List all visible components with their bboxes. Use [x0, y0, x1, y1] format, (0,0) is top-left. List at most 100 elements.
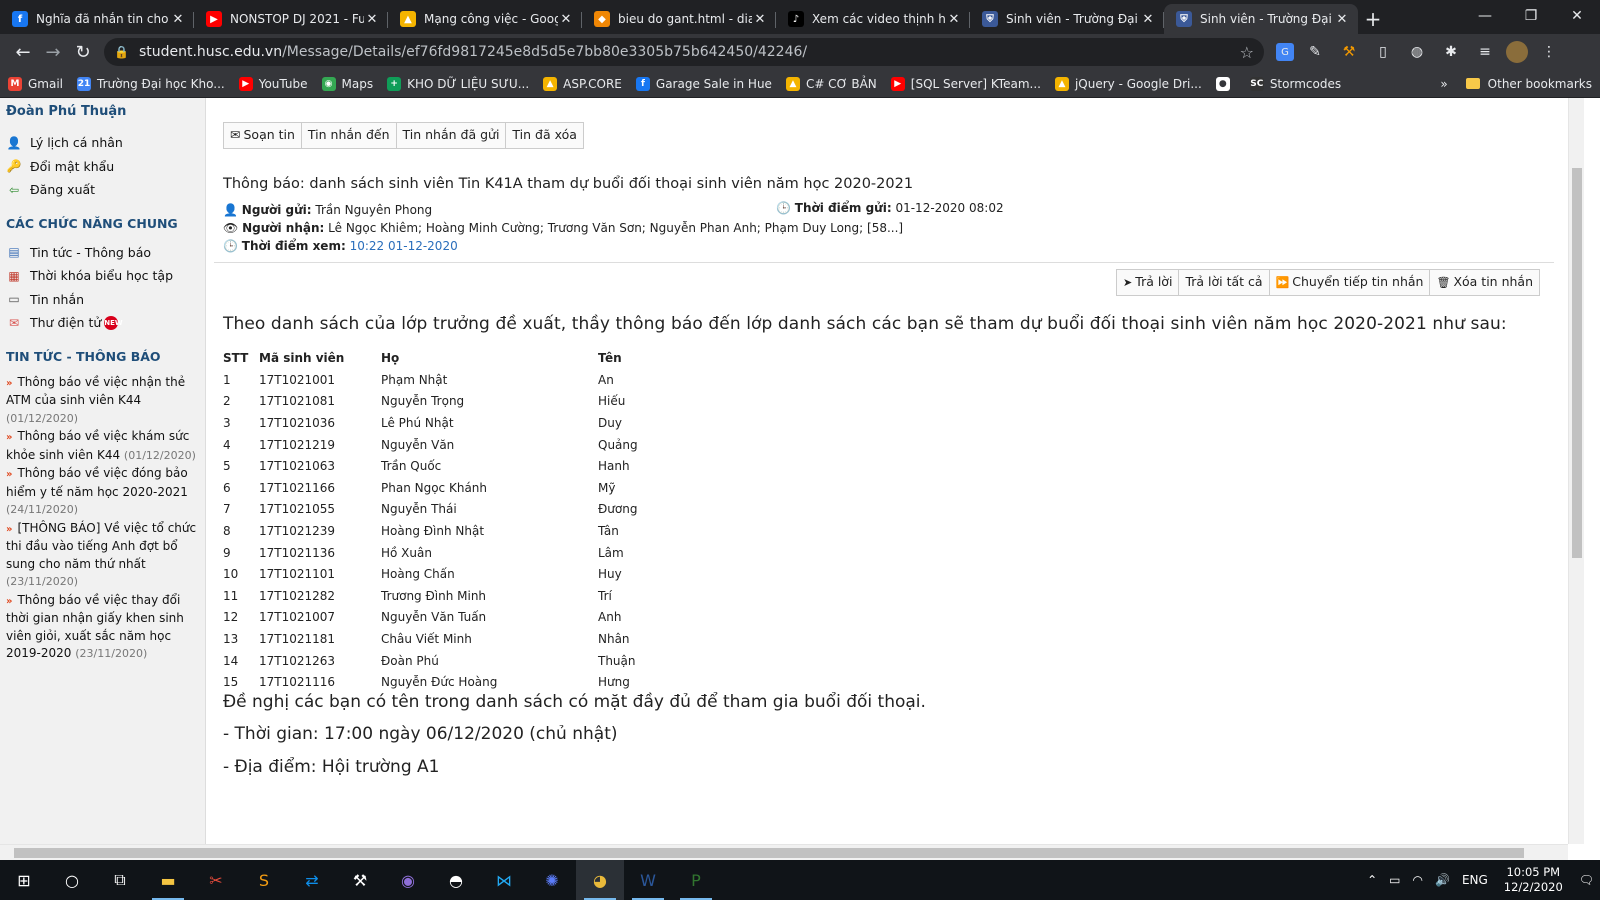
bookmark-item[interactable]: ◉ Maps: [321, 76, 373, 91]
husc-shield-icon: ⛨: [1176, 11, 1192, 27]
sidebar-item[interactable]: ▭ Tin nhắn: [6, 288, 205, 312]
close-window-icon[interactable]: ✕: [1554, 0, 1600, 32]
scroll-thumb[interactable]: [14, 848, 1524, 858]
message-action-button[interactable]: 🗑 Xóa tin nhắn: [1430, 270, 1539, 295]
bookmark-item[interactable]: ▶ YouTube: [238, 76, 308, 91]
sidebar-item[interactable]: 🔑 Đổi mật khẩu: [6, 155, 205, 179]
news-text[interactable]: Thông báo về việc đóng bảo hiểm y tế năm…: [6, 466, 188, 499]
project-icon[interactable]: P: [672, 860, 720, 900]
sidebar-item[interactable]: ⇦ Đăng xuất: [6, 178, 205, 202]
reload-button[interactable]: ↻: [68, 37, 98, 67]
bookmark-item[interactable]: M Gmail: [8, 76, 63, 91]
task-view-icon[interactable]: ⧉: [96, 860, 144, 900]
browser-tab[interactable]: ⛨ Sinh viên - Trường Đại học✕: [1164, 4, 1358, 34]
language-indicator[interactable]: ENG: [1462, 873, 1488, 887]
snipping-icon[interactable]: ✂: [192, 860, 240, 900]
battery-icon[interactable]: ▭: [1389, 873, 1400, 887]
browser-tab[interactable]: f Nghĩa đã nhắn tin cho nhóm✕: [0, 4, 194, 34]
puzzle-icon[interactable]: ✱: [1438, 39, 1464, 65]
news-item[interactable]: » [THÔNG BÁO] Về việc tổ chức thi đầu vào…: [6, 520, 199, 591]
profile-avatar[interactable]: [1506, 41, 1528, 63]
news-text[interactable]: [THÔNG BÁO] Về việc tổ chức thi đầu vào …: [6, 521, 196, 571]
sidebar-item[interactable]: 👤 Lý lịch cá nhân: [6, 131, 205, 155]
close-tab-icon[interactable]: ✕: [752, 12, 768, 27]
tools-icon[interactable]: ⚒: [336, 860, 384, 900]
obs-icon[interactable]: ◉: [384, 860, 432, 900]
news-item[interactable]: » Thông báo về việc nhận thẻ ATM của sinh…: [6, 374, 199, 428]
search-icon[interactable]: ○: [48, 860, 96, 900]
bookmark-item[interactable]: SC Stormcodes: [1249, 76, 1341, 91]
hammer-icon[interactable]: ⚒: [1336, 39, 1362, 65]
message-tab[interactable]: Tin nhắn đến: [301, 123, 397, 148]
news-item[interactable]: » Thông báo về việc đóng bảo hiểm y tế nă…: [6, 465, 199, 519]
close-tab-icon[interactable]: ✕: [558, 12, 574, 27]
close-tab-icon[interactable]: ✕: [170, 12, 186, 27]
scroll-thumb[interactable]: [1572, 168, 1582, 558]
news-item[interactable]: » Thông báo về việc khám sức khỏe sinh vi…: [6, 428, 199, 464]
sublime-icon[interactable]: S: [240, 860, 288, 900]
browser-tab[interactable]: ♪ Xem các video thịnh hành✕: [776, 4, 970, 34]
bookmark-item[interactable]: + KHO DỮ LIỆU SƯU...: [387, 76, 529, 91]
close-tab-icon[interactable]: ✕: [1140, 12, 1156, 27]
message-action-button[interactable]: Trả lời tất cả: [1179, 270, 1270, 295]
bookmark-item[interactable]: ▲ jQuery - Google Dri...: [1054, 76, 1202, 91]
sidebar-item[interactable]: ▤ Tin tức - Thông báo: [6, 241, 205, 265]
network-icon[interactable]: ✺: [528, 860, 576, 900]
clock[interactable]: 10:05 PM 12/2/2020: [1504, 865, 1563, 895]
horizontal-scrollbar[interactable]: [0, 844, 1568, 860]
volume-icon[interactable]: 🔊: [1435, 873, 1450, 887]
minimize-icon[interactable]: —: [1462, 0, 1508, 32]
browser-tab[interactable]: ◆ bieu do gant.html - diagrams✕: [582, 4, 776, 34]
message-tab[interactable]: ✉ Soạn tin: [224, 123, 302, 148]
close-tab-icon[interactable]: ✕: [1334, 12, 1350, 27]
close-tab-icon[interactable]: ✕: [364, 12, 380, 27]
sidebar-item[interactable]: ✉ Thư điện tử NEW: [6, 311, 205, 335]
vertical-scrollbar[interactable]: [1568, 98, 1584, 844]
bookmark-star-icon[interactable]: ☆: [1240, 43, 1254, 62]
word-icon[interactable]: W: [624, 860, 672, 900]
start-icon[interactable]: ⊞: [0, 860, 48, 900]
message-tab[interactable]: Tin đã xóa: [506, 123, 583, 148]
bookmark-item[interactable]: ▲ ASP.CORE: [543, 76, 622, 91]
bookmark-item[interactable]: f Garage Sale in Hue: [635, 76, 772, 91]
incognito-off-icon[interactable]: ◍: [1404, 39, 1430, 65]
menu-kebab-icon[interactable]: ⋮: [1536, 39, 1562, 65]
notifications-icon[interactable]: 🗨: [1579, 873, 1594, 887]
color-picker-icon[interactable]: ✎: [1302, 39, 1328, 65]
sql-icon[interactable]: ◓: [432, 860, 480, 900]
maximize-icon[interactable]: ❐: [1508, 0, 1554, 32]
file-explorer-icon[interactable]: ▬: [144, 860, 192, 900]
wifi-icon[interactable]: ◠: [1413, 873, 1423, 887]
browser-tab[interactable]: ▶ NONSTOP DJ 2021 - Full ✕: [194, 4, 388, 34]
table-cell: Thuận: [598, 653, 636, 668]
new-tab-button[interactable]: +: [1358, 4, 1388, 34]
address-bar[interactable]: 🔒 student.husc.edu.vn/Message/Details/ef…: [104, 38, 1264, 66]
translate-icon[interactable]: G: [1276, 43, 1294, 61]
table-cell: Đương: [598, 502, 638, 517]
bookmark-item[interactable]: ▶ [SQL Server] KTeam...: [890, 76, 1041, 91]
back-button[interactable]: ←: [8, 37, 38, 67]
chevron-up-icon[interactable]: ⌃: [1367, 873, 1377, 887]
bookmark-item[interactable]: ●: [1215, 76, 1236, 91]
message-action-button[interactable]: ⏩ Chuyển tiếp tin nhắn: [1269, 270, 1431, 295]
bookmark-item[interactable]: 21 Trường Đại học Kho...: [77, 76, 225, 91]
phone-icon[interactable]: ▯: [1370, 39, 1396, 65]
bookmark-item[interactable]: ▲ C# CƠ BẢN: [785, 76, 877, 91]
forward-button[interactable]: →: [38, 37, 68, 67]
browser-tab[interactable]: ▲ Mạng công việc - Google Drive✕: [388, 4, 582, 34]
more-bookmarks-icon[interactable]: »: [1440, 77, 1447, 91]
other-bookmarks[interactable]: Other bookmarks: [1488, 77, 1592, 91]
recipients[interactable]: Lê Ngọc Khiêm; Hoàng Minh Cường; Trương …: [328, 221, 903, 235]
news-text[interactable]: Thông báo về việc nhận thẻ ATM của sinh …: [6, 375, 185, 408]
browser-tab[interactable]: ⛨ Sinh viên - Trường Đại học✕: [970, 4, 1164, 34]
message-action-button[interactable]: ➤ Trả lời: [1117, 270, 1180, 295]
vscode-icon[interactable]: ⋈: [480, 860, 528, 900]
teamviewer-icon[interactable]: ⇄: [288, 860, 336, 900]
message-tab[interactable]: Tin nhắn đã gửi: [396, 123, 507, 148]
sidebar-item[interactable]: ▦ Thời khóa biểu học tập: [6, 264, 205, 288]
common-menu: ▤ Tin tức - Thông báo ▦ Thời khóa biểu học …: [6, 241, 205, 335]
close-tab-icon[interactable]: ✕: [946, 12, 962, 27]
chrome-icon[interactable]: ◕: [576, 860, 624, 900]
news-item[interactable]: » Thông báo về việc thay đổi thời gian nh…: [6, 592, 199, 663]
media-icon[interactable]: ≡: [1472, 39, 1498, 65]
